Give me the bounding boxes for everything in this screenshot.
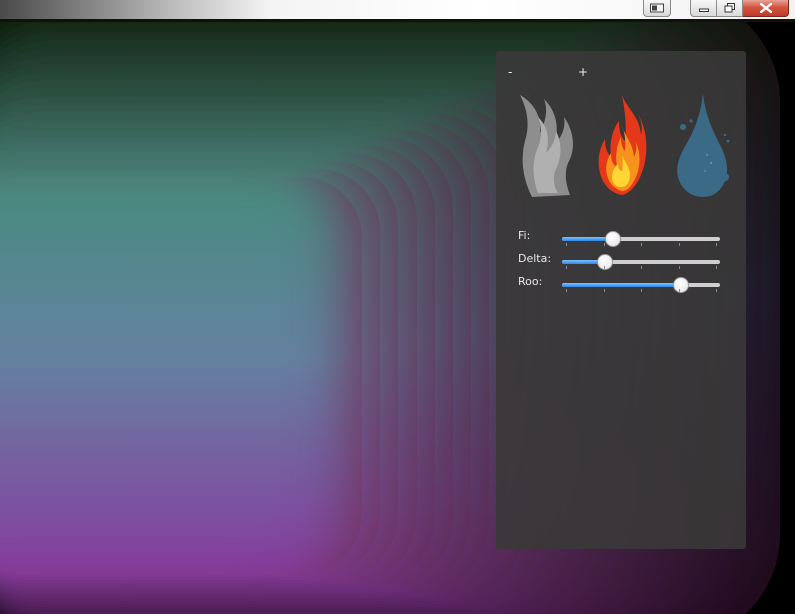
gradient-band [0,177,362,574]
slider-label: Roo: [518,275,543,288]
slider-ticks [562,243,720,246]
slider-tick [678,289,680,292]
minimize-icon [698,8,709,12]
slider-tick [603,243,605,246]
slider-tick [603,289,605,292]
zoom-out-button[interactable]: - [508,65,512,79]
water-drop-icon[interactable] [673,91,731,201]
slider-ticks [562,266,720,269]
slider-row: Delta: [496,252,746,272]
slider-tick [566,266,567,269]
slider-ticks [562,289,720,292]
close-button[interactable] [743,0,789,17]
slider-track[interactable] [562,231,720,247]
slider-row: Fi: [496,229,746,249]
smoke-icon[interactable] [516,91,578,201]
maximize-button[interactable] [717,0,743,17]
slider-tick [603,266,605,269]
slider-track[interactable] [562,254,720,270]
window-title-bar [0,0,795,22]
slider-tick [716,266,717,269]
window-extra-button[interactable] [643,0,671,17]
slider-label: Fi: [518,229,531,242]
slider-tick [678,243,680,246]
slider-label: Delta: [518,252,552,265]
slider-tick [641,289,642,292]
slider-tick [566,289,567,292]
slider-tick [716,243,717,246]
screen-icon [650,3,664,13]
close-icon [759,3,772,13]
slider-tick [641,243,642,246]
slider-tick [566,243,567,246]
slider-tick [641,266,642,269]
slider-tick [716,289,717,292]
minimize-button[interactable] [690,0,717,17]
slider-fill [562,283,681,287]
control-panel: - + Fi: Delta: Roo: [496,51,746,549]
zoom-in-button[interactable]: + [578,65,588,79]
slider-row: Roo: [496,275,746,295]
fire-icon[interactable] [597,91,647,201]
restore-icon [724,3,735,13]
slider-tick [678,266,680,269]
slider-track[interactable] [562,277,720,293]
